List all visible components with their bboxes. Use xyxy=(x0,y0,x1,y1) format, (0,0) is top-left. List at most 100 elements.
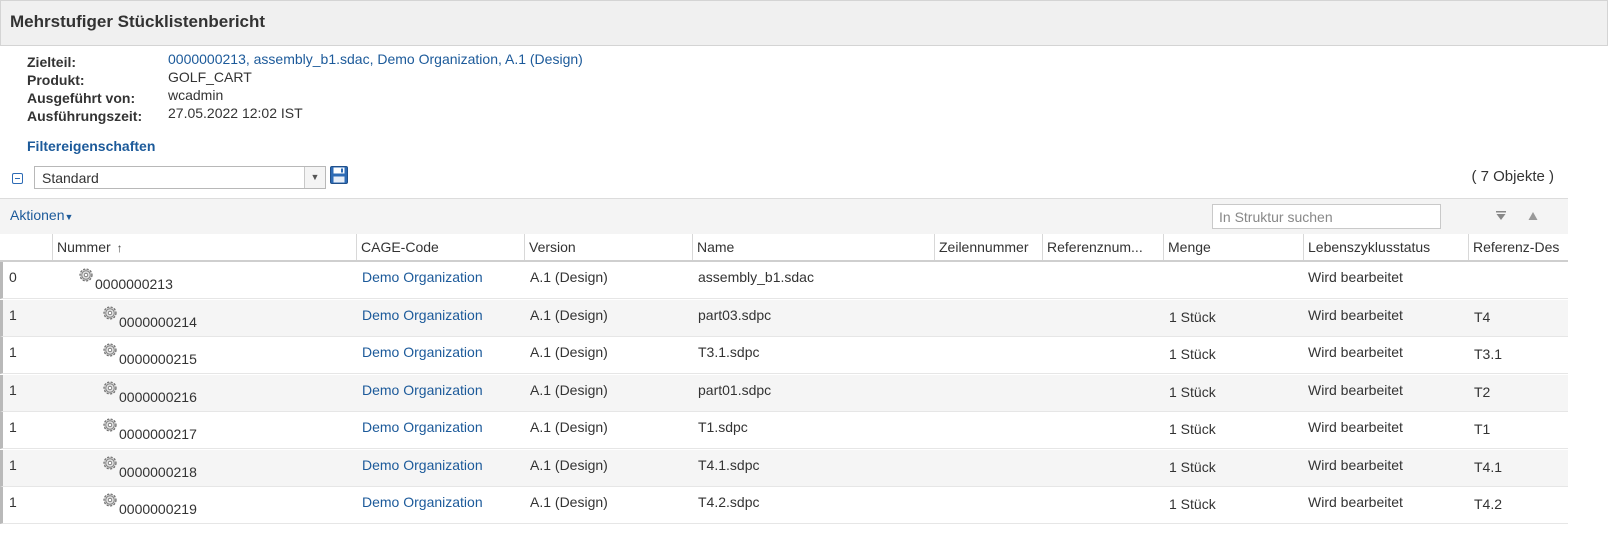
structure-search-input[interactable] xyxy=(1212,204,1441,229)
status-cell: Wird bearbeitet xyxy=(1308,344,1403,360)
col-header-referenznummer[interactable]: Referenznum... xyxy=(1042,234,1163,260)
structure-table: Nummer ↑ CAGE-Code Version Name Zeilennummer R… xyxy=(0,234,1568,539)
info-label: Ausgeführt von: xyxy=(27,90,136,106)
cage-code-link[interactable]: Demo Organization xyxy=(362,344,483,360)
refdes-cell: T4 xyxy=(1474,308,1491,325)
refdes-cell: T2 xyxy=(1474,383,1491,400)
version-cell: A.1 (Design) xyxy=(530,456,608,473)
cage-code-link[interactable]: Demo Organization xyxy=(362,419,483,435)
col-header-label: Name xyxy=(697,239,735,255)
col-header-label: Menge xyxy=(1168,239,1211,255)
view-select[interactable]: Standard ▼ xyxy=(34,166,326,189)
save-icon[interactable] xyxy=(330,166,348,184)
col-header-version[interactable]: Version xyxy=(524,234,692,260)
nummer-cell: 0000000217 xyxy=(119,426,197,442)
name-cell: T4.1.sdpc xyxy=(698,456,760,473)
table-row[interactable]: 1 0000000216 Demo Organization A.1 (Design)… xyxy=(0,374,1568,412)
gear-icon xyxy=(103,343,117,357)
gear-icon xyxy=(103,455,117,470)
col-header-nummer[interactable]: Nummer ↑ xyxy=(52,234,356,260)
gear-icon xyxy=(79,268,93,282)
version-cell: A.1 (Design) xyxy=(530,269,608,285)
title-bar: Mehrstufiger Stücklistenbericht xyxy=(0,0,1608,46)
col-header-label: Lebenszyklusstatus xyxy=(1308,239,1431,255)
name-cell: T1.sdpc xyxy=(698,419,748,435)
actions-menu[interactable]: Aktionen▼ xyxy=(10,207,73,223)
table-row[interactable]: 1 0000000218 Demo Organization A.1 (Design)… xyxy=(0,449,1568,487)
version-cell: A.1 (Design) xyxy=(530,494,608,510)
report-info: Zielteil: 0000000213, assembly_b1.sdac, D… xyxy=(27,51,583,125)
info-value[interactable]: 0000000213, assembly_b1.sdac, Demo Organ… xyxy=(168,50,583,68)
table-toolbar: Aktionen▼ xyxy=(0,198,1568,234)
col-header-referenz-des[interactable]: Referenz-Des xyxy=(1468,234,1568,260)
table-row[interactable]: 0 0000000213 Demo Organization A.1 (Design)… xyxy=(0,262,1568,299)
info-value: wcadmin xyxy=(168,87,224,103)
col-header-label: Referenznum... xyxy=(1047,239,1143,255)
refdes-cell: T4.1 xyxy=(1474,458,1503,475)
refdes-cell: T4.2 xyxy=(1474,496,1503,512)
refdes-cell: T3.1 xyxy=(1474,346,1503,362)
info-label: Zielteil: xyxy=(27,54,77,70)
filter-properties-link[interactable]: Filtereigenschaften xyxy=(27,138,155,154)
cage-code-link[interactable]: Demo Organization xyxy=(362,494,483,510)
table-row[interactable]: 1 0000000214 Demo Organization A.1 (Design)… xyxy=(0,299,1568,337)
cage-code-link[interactable]: Demo Organization xyxy=(362,457,483,473)
info-value: 27.05.2022 12:02 IST xyxy=(168,105,303,121)
version-cell: A.1 (Design) xyxy=(530,344,608,360)
table-row[interactable]: 1 0000000217 Demo Organization A.1 (Design)… xyxy=(0,412,1568,449)
version-cell: A.1 (Design) xyxy=(530,381,608,398)
info-row: Ausführungszeit: 27.05.2022 12:02 IST xyxy=(27,105,303,125)
menge-cell: 1 Stück xyxy=(1169,383,1216,400)
filter-icon[interactable] xyxy=(1496,211,1506,221)
nummer-cell: 0000000219 xyxy=(119,501,197,517)
level-cell: 1 xyxy=(9,419,17,435)
col-header-label: Nummer xyxy=(57,239,111,255)
level-cell: 0 xyxy=(9,269,17,285)
level-cell: 1 xyxy=(9,306,17,323)
cage-code-link[interactable]: Demo Organization xyxy=(362,382,483,398)
info-label: Ausführungszeit: xyxy=(27,108,143,124)
menge-cell: 1 Stück xyxy=(1169,421,1216,437)
col-header-label: Zeilennummer xyxy=(939,239,1029,255)
name-cell: part01.sdpc xyxy=(698,381,772,398)
view-select-value: Standard xyxy=(42,170,99,186)
col-header-label: Referenz-Des xyxy=(1473,239,1560,255)
col-header-level[interactable] xyxy=(0,234,52,260)
menge-cell: 1 Stück xyxy=(1169,496,1216,512)
nummer-cell: 0000000218 xyxy=(119,463,197,480)
sort-ascending-icon[interactable]: ↑ xyxy=(117,241,123,255)
table-row[interactable]: 1 0000000219 Demo Organization A.1 (Design)… xyxy=(0,487,1568,524)
name-cell: T4.2.sdpc xyxy=(698,494,760,510)
version-cell: A.1 (Design) xyxy=(530,419,608,435)
menge-cell: 1 Stück xyxy=(1169,308,1216,325)
col-header-menge[interactable]: Menge xyxy=(1163,234,1303,260)
chevron-down-icon[interactable]: ▼ xyxy=(304,167,325,188)
col-header-label: Version xyxy=(529,239,576,255)
info-row: Zielteil: 0000000213, assembly_b1.sdac, D… xyxy=(27,51,583,71)
status-cell: Wird bearbeitet xyxy=(1308,456,1403,473)
version-cell: A.1 (Design) xyxy=(530,306,608,323)
menge-cell: 1 Stück xyxy=(1169,346,1216,362)
col-header-lebenszyklusstatus[interactable]: Lebenszyklusstatus xyxy=(1303,234,1468,260)
refdes-cell: T1 xyxy=(1474,421,1491,437)
info-label: Produkt: xyxy=(27,72,85,88)
col-header-zeilennummer[interactable]: Zeilennummer xyxy=(934,234,1042,260)
cage-code-link[interactable]: Demo Organization xyxy=(362,307,483,323)
table-row[interactable]: 1 0000000215 Demo Organization A.1 (Design)… xyxy=(0,337,1568,374)
col-header-cage-code[interactable]: CAGE-Code xyxy=(356,234,524,260)
nummer-cell: 0000000215 xyxy=(119,351,197,367)
gear-icon xyxy=(103,305,117,320)
collapse-icon[interactable] xyxy=(12,173,23,184)
page-title: Mehrstufiger Stücklistenbericht xyxy=(10,12,266,31)
name-cell: T3.1.sdpc xyxy=(698,344,760,360)
col-header-label: CAGE-Code xyxy=(361,239,439,255)
info-row: Produkt: GOLF_CART xyxy=(27,69,252,89)
cage-code-link[interactable]: Demo Organization xyxy=(362,269,483,285)
menge-cell: 1 Stück xyxy=(1169,458,1216,475)
level-cell: 1 xyxy=(9,494,17,510)
actions-label: Aktionen xyxy=(10,207,65,223)
arrow-up-icon[interactable] xyxy=(1528,211,1538,221)
status-cell: Wird bearbeitet xyxy=(1308,269,1403,285)
col-header-name[interactable]: Name xyxy=(692,234,934,260)
level-cell: 1 xyxy=(9,381,17,398)
